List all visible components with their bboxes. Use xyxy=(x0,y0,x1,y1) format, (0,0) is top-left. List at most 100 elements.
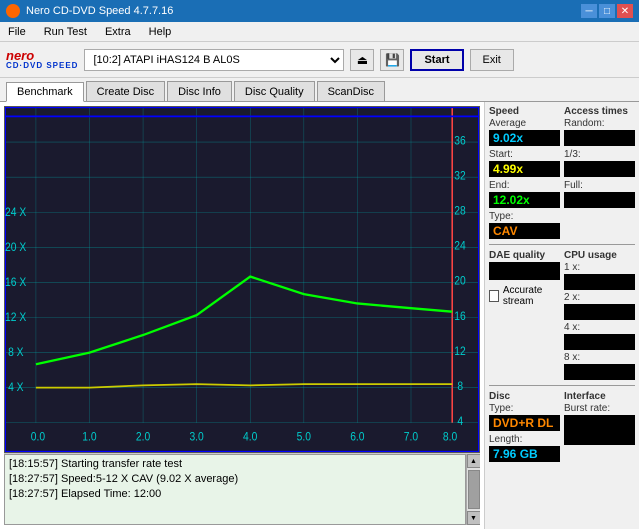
start-label: Start: xyxy=(489,149,560,160)
cpu-section: CPU usage 1 x: 2 x: 4 x: 8 x: xyxy=(564,250,635,380)
disc-length-value: 7.96 GB xyxy=(489,446,560,462)
cpu-4x-label: 4 x: xyxy=(564,322,635,333)
svg-text:24 X: 24 X xyxy=(5,206,27,219)
log-content: [18:15:57] Starting transfer rate test [… xyxy=(4,454,466,525)
full-value xyxy=(564,192,635,208)
exit-button[interactable]: Exit xyxy=(470,49,514,71)
divider-2 xyxy=(489,385,635,386)
menu-file[interactable]: File xyxy=(4,24,30,40)
random-value xyxy=(564,130,635,146)
end-label: End: xyxy=(489,180,560,191)
disc-type-label: Type: xyxy=(489,403,560,414)
scroll-up-button[interactable]: ▲ xyxy=(467,454,481,468)
svg-text:5.0: 5.0 xyxy=(297,431,311,444)
svg-text:7.0: 7.0 xyxy=(404,431,418,444)
menu-help[interactable]: Help xyxy=(145,24,176,40)
menu-bar: File Run Test Extra Help xyxy=(0,22,639,42)
access-times-section: Access times Random: 1/3: Full: xyxy=(564,106,635,239)
svg-text:0.0: 0.0 xyxy=(31,431,45,444)
log-line-1: [18:15:57] Starting transfer rate test xyxy=(9,457,461,472)
accurate-stream-checkbox[interactable] xyxy=(489,290,499,302)
log-area: [18:15:57] Starting transfer rate test [… xyxy=(4,453,480,525)
window-title: Nero CD-DVD Speed 4.7.7.16 xyxy=(26,5,173,17)
cpu-1x-value xyxy=(564,274,635,290)
close-button[interactable]: ✕ xyxy=(617,4,633,18)
maximize-button[interactable]: □ xyxy=(599,4,615,18)
tabs-bar: Benchmark Create Disc Disc Info Disc Qua… xyxy=(0,78,639,102)
start-value: 4.99x xyxy=(489,161,560,177)
start-button[interactable]: Start xyxy=(410,49,463,71)
cpu-2x-label: 2 x: xyxy=(564,292,635,303)
type-label: Type: xyxy=(489,211,560,222)
disc-type-value: DVD+R DL xyxy=(489,415,560,431)
menu-extra[interactable]: Extra xyxy=(101,24,135,40)
main-content: 4 X 8 X 12 X 16 X 20 X 24 X 4 8 12 16 20… xyxy=(0,102,639,529)
dae-label: DAE quality xyxy=(489,250,560,261)
scroll-thumb[interactable] xyxy=(468,470,480,509)
tab-disc-info[interactable]: Disc Info xyxy=(167,81,232,101)
speed-label: Speed xyxy=(489,106,560,117)
type-value: CAV xyxy=(489,223,560,239)
right-panel: Speed Average 9.02x Start: 4.99x End: 12… xyxy=(484,102,639,529)
end-value: 12.02x xyxy=(489,192,560,208)
chart-container: 4 X 8 X 12 X 16 X 20 X 24 X 4 8 12 16 20… xyxy=(4,106,480,453)
nero-logo: nero CD·DVD SPEED xyxy=(6,49,78,70)
onethird-value xyxy=(564,161,635,177)
disc-label: Disc xyxy=(489,391,560,402)
svg-text:4 X: 4 X xyxy=(8,382,24,395)
speed-section: Speed Average 9.02x Start: 4.99x End: 12… xyxy=(489,106,560,239)
log-scrollbar: ▲ ▼ xyxy=(466,454,480,525)
dae-section: DAE quality Accurate stream xyxy=(489,250,560,380)
log-line-3: [18:27:57] Elapsed Time: 12:00 xyxy=(9,487,461,502)
svg-text:4: 4 xyxy=(457,416,463,429)
tab-disc-quality[interactable]: Disc Quality xyxy=(234,81,315,101)
toolbar: nero CD·DVD SPEED [10:2] ATAPI iHAS124 B… xyxy=(0,42,639,78)
scroll-down-button[interactable]: ▼ xyxy=(467,511,481,525)
cpu-1x-label: 1 x: xyxy=(564,262,635,273)
svg-text:12: 12 xyxy=(454,345,465,358)
tab-create-disc[interactable]: Create Disc xyxy=(86,81,165,101)
log-line-2: [18:27:57] Speed:5-12 X CAV (9.02 X aver… xyxy=(9,472,461,487)
svg-text:28: 28 xyxy=(454,205,465,218)
svg-text:1.0: 1.0 xyxy=(82,431,96,444)
svg-text:16 X: 16 X xyxy=(5,276,27,289)
title-bar: Nero CD-DVD Speed 4.7.7.16 ─ □ ✕ xyxy=(0,0,639,22)
cpu-8x-value xyxy=(564,364,635,380)
drive-select[interactable]: [10:2] ATAPI iHAS124 B AL0S xyxy=(84,49,344,71)
cdspeed-logo-text: CD·DVD SPEED xyxy=(6,62,78,70)
average-value: 9.02x xyxy=(489,130,560,146)
svg-text:12 X: 12 X xyxy=(5,311,27,324)
accurate-stream-label: Accurate stream xyxy=(503,285,560,307)
menu-run-test[interactable]: Run Test xyxy=(40,24,91,40)
svg-text:24: 24 xyxy=(454,240,465,253)
random-label: Random: xyxy=(564,118,635,129)
access-times-label: Access times xyxy=(564,106,635,117)
cpu-label: CPU usage xyxy=(564,250,635,261)
svg-text:4.0: 4.0 xyxy=(243,431,257,444)
svg-text:8: 8 xyxy=(457,380,463,393)
divider-1 xyxy=(489,244,635,245)
svg-text:6.0: 6.0 xyxy=(350,431,364,444)
svg-text:16: 16 xyxy=(454,310,465,323)
svg-text:36: 36 xyxy=(454,135,465,148)
minimize-button[interactable]: ─ xyxy=(581,4,597,18)
svg-text:20: 20 xyxy=(454,275,465,288)
chart-svg: 4 X 8 X 12 X 16 X 20 X 24 X 4 8 12 16 20… xyxy=(5,107,479,452)
average-label: Average xyxy=(489,118,560,129)
burst-rate-label: Burst rate: xyxy=(564,403,635,414)
save-icon-btn[interactable]: 💾 xyxy=(380,49,404,71)
disc-section: Disc Type: DVD+R DL Length: 7.96 GB xyxy=(489,391,560,462)
chart-area: 4 X 8 X 12 X 16 X 20 X 24 X 4 8 12 16 20… xyxy=(0,102,484,529)
interface-section: Interface Burst rate: xyxy=(564,391,635,462)
tab-scan-disc[interactable]: ScanDisc xyxy=(317,81,385,101)
tab-benchmark[interactable]: Benchmark xyxy=(6,82,84,102)
full-label: Full: xyxy=(564,180,635,191)
app-icon xyxy=(6,4,20,18)
interface-label: Interface xyxy=(564,391,635,402)
window-controls: ─ □ ✕ xyxy=(581,4,633,18)
cpu-2x-value xyxy=(564,304,635,320)
svg-text:8.0: 8.0 xyxy=(443,431,457,444)
burst-rate-value xyxy=(564,415,635,445)
cpu-8x-label: 8 x: xyxy=(564,352,635,363)
eject-icon-btn[interactable]: ⏏ xyxy=(350,49,374,71)
